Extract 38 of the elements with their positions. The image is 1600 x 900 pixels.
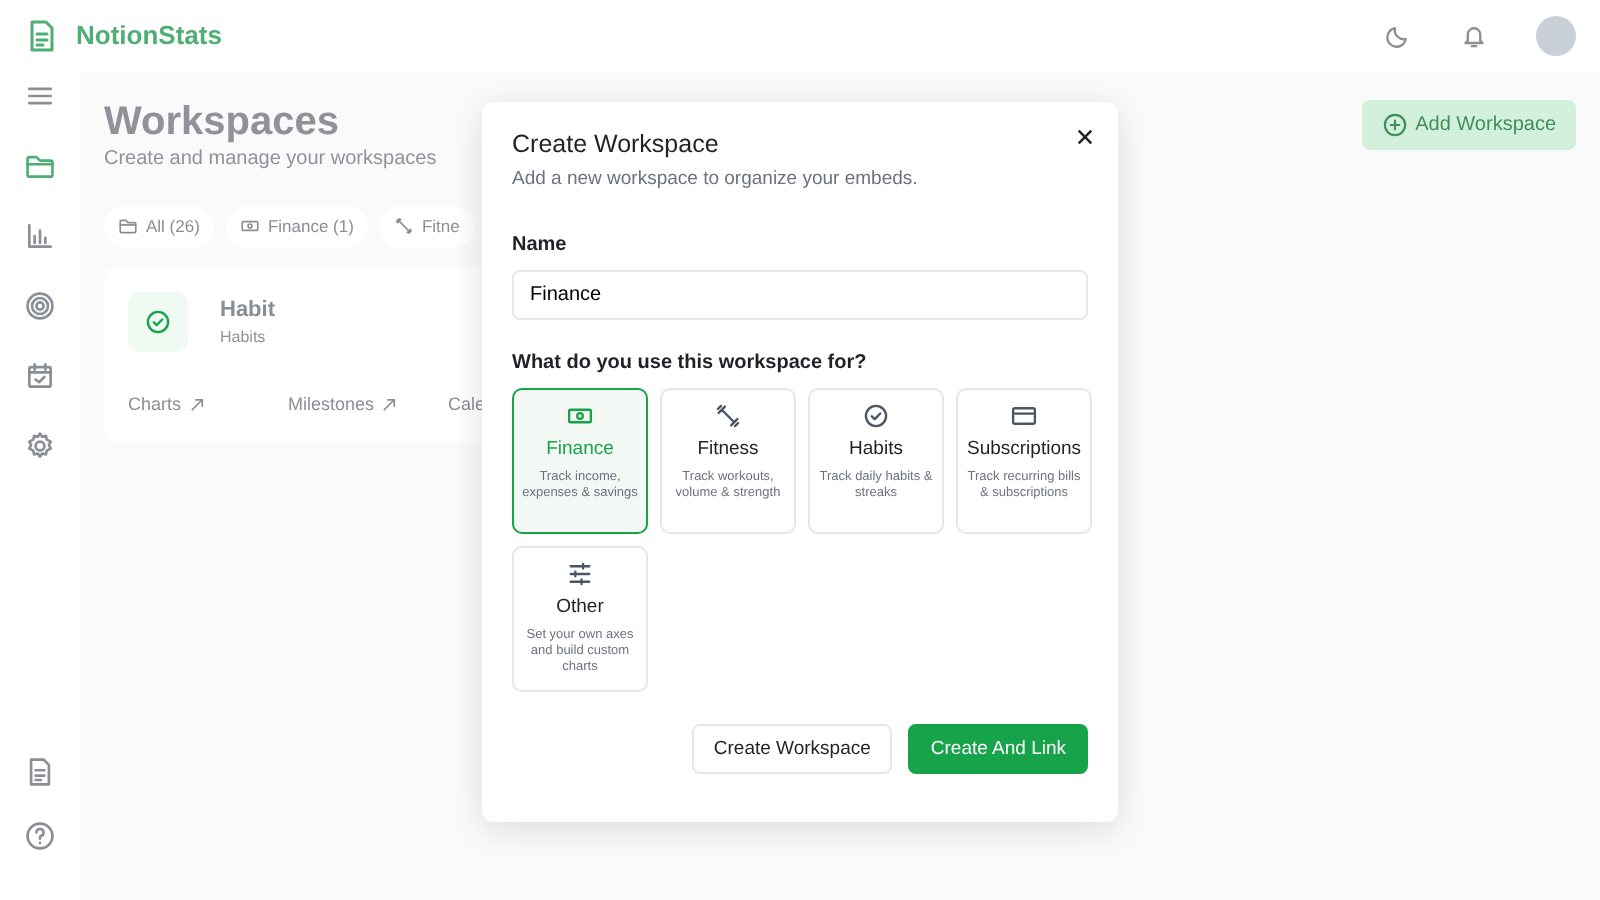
target-icon xyxy=(24,290,56,322)
workspace-link[interactable]: Charts xyxy=(128,391,288,419)
plus-circle-icon xyxy=(1381,112,1408,138)
workspace-title: Habit xyxy=(220,295,275,325)
app-name: NotionStats xyxy=(76,18,222,55)
sliders-icon xyxy=(566,560,594,589)
create-and-link-button[interactable]: Create And Link xyxy=(908,724,1088,775)
external-link-icon xyxy=(189,398,204,412)
add-workspace-button[interactable]: Add Workspace xyxy=(1361,100,1576,150)
dumbbell-icon xyxy=(393,216,414,237)
check-circle-icon xyxy=(144,307,172,336)
workspace-link[interactable]: Milestones xyxy=(288,391,448,419)
name-input-field[interactable]: Finance xyxy=(512,270,1088,321)
bell-icon[interactable] xyxy=(1460,22,1488,50)
dialog-subtitle: Add a new workspace to organize your embeds. xyxy=(512,166,920,194)
workspace-subtitle: Habits xyxy=(220,326,268,350)
folder-icon xyxy=(24,150,56,182)
help-icon xyxy=(24,820,56,852)
document-icon xyxy=(24,756,56,788)
page-subtitle: Create and manage your workspaces xyxy=(104,146,437,174)
dialog-title: Create Workspace xyxy=(512,130,721,160)
name-label: Name xyxy=(512,232,569,261)
settings-icon xyxy=(24,430,56,462)
external-link-icon xyxy=(382,398,397,412)
filter-chip[interactable]: Finance (1) xyxy=(225,206,368,248)
folder-icon xyxy=(118,216,138,237)
filter-chip[interactable]: All (26) xyxy=(104,206,214,248)
check-circle-icon xyxy=(862,402,890,431)
banknote-icon xyxy=(239,216,260,237)
dumbbell-icon xyxy=(714,402,742,431)
calendar-icon xyxy=(24,360,56,392)
close-icon xyxy=(1076,127,1094,146)
bar-chart-icon xyxy=(24,220,56,252)
moon-icon[interactable] xyxy=(1384,22,1412,50)
page-title: Workspaces xyxy=(104,100,341,144)
filter-chip[interactable]: Fitne xyxy=(379,206,474,248)
credit-card-icon xyxy=(1010,402,1038,431)
create-workspace-button[interactable]: Create Workspace xyxy=(691,724,893,775)
